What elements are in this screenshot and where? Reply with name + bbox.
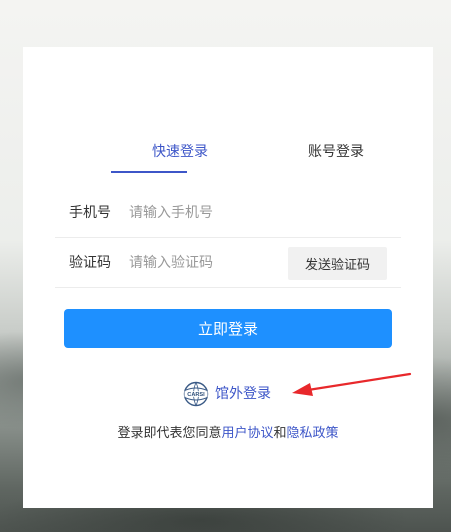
privacy-policy-link[interactable]: 隐私政策: [287, 426, 339, 441]
code-row: 验证码 发送验证码: [55, 239, 401, 288]
agreement-prefix: 登录即代表您同意: [117, 426, 222, 441]
user-agreement-link[interactable]: 用户协议: [221, 426, 273, 441]
svg-text:CARSI: CARSI: [187, 392, 205, 398]
agreement-and: 和: [273, 426, 287, 441]
tab-quick-login[interactable]: 快速登录: [125, 141, 235, 173]
code-input[interactable]: [129, 251, 289, 275]
code-label: 验证码: [69, 255, 111, 271]
login-button[interactable]: 立即登录: [64, 309, 392, 348]
active-tab-indicator: [111, 171, 187, 173]
phone-row: 手机号: [55, 189, 401, 238]
phone-input[interactable]: [129, 201, 289, 225]
agreement-text: 登录即代表您同意用户协议和隐私政策: [23, 423, 433, 445]
carsi-icon: CARSI: [183, 381, 209, 407]
tab-account-login[interactable]: 账号登录: [281, 141, 391, 173]
send-code-button[interactable]: 发送验证码: [288, 247, 387, 280]
login-card: 快速登录 账号登录 手机号 验证码 发送验证码 立即登录 CARSI 馆外登录 …: [23, 47, 433, 508]
login-tabs: 快速登录 账号登录: [55, 141, 425, 173]
external-login-label: 馆外登录: [215, 386, 271, 402]
red-annotation-arrow-icon: [292, 372, 412, 396]
phone-label: 手机号: [69, 205, 111, 221]
